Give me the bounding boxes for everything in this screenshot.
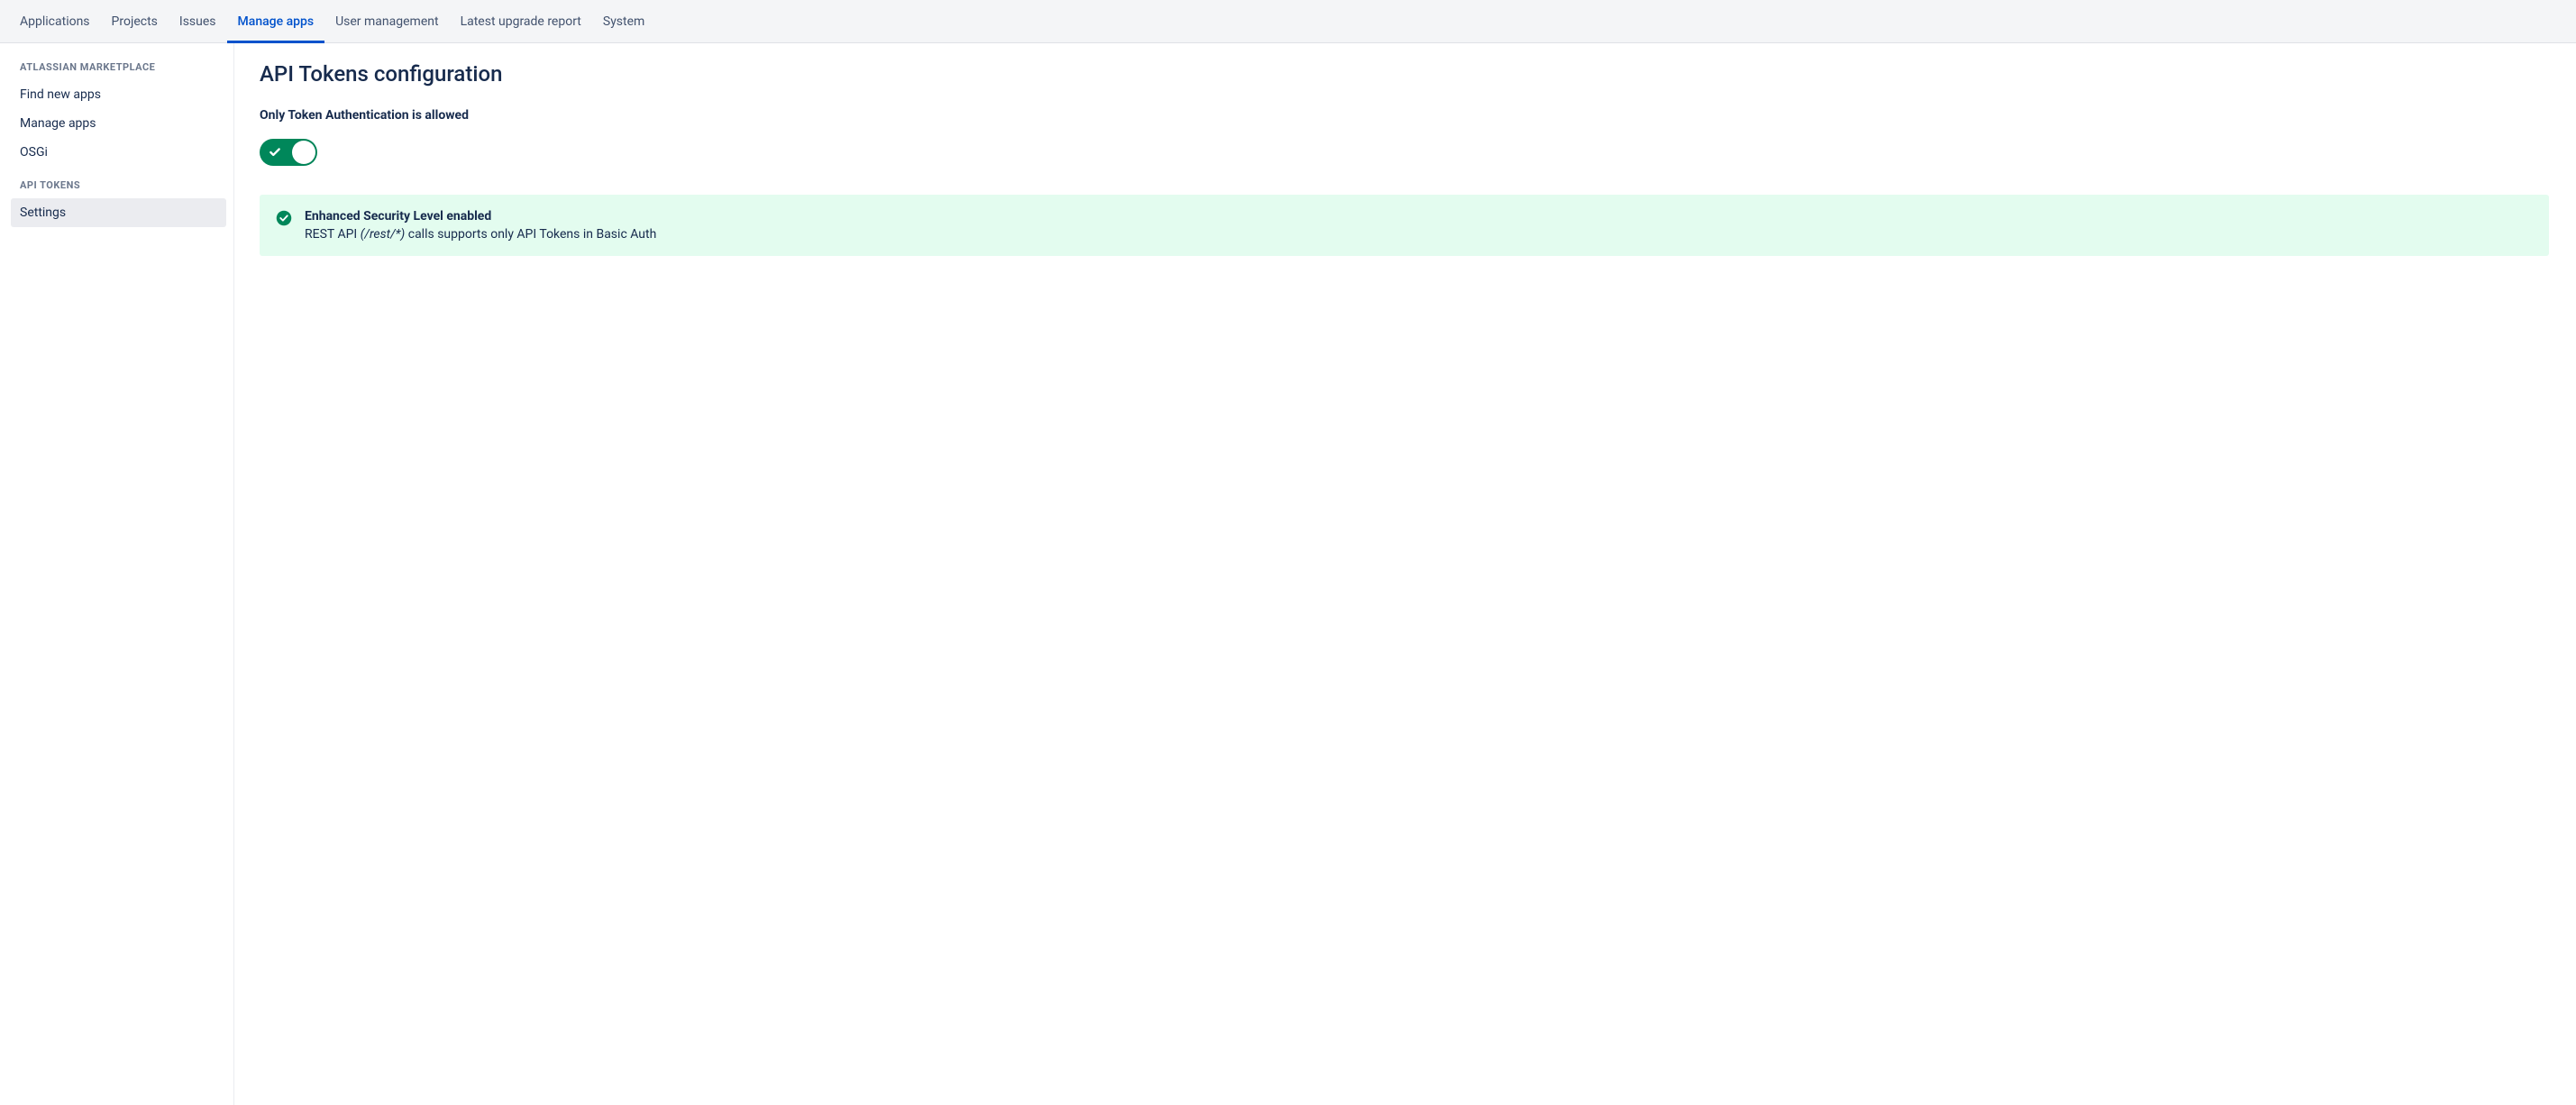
sidebar-item-osgi[interactable]: OSGi — [0, 138, 233, 167]
banner-content: Enhanced Security Level enabled REST API… — [305, 209, 2533, 242]
sidebar-section-header-marketplace: Atlassian Marketplace — [0, 61, 233, 80]
toggle-label: Only Token Authentication is allowed — [260, 108, 2549, 123]
topnav-item-user-management[interactable]: User management — [324, 0, 449, 43]
only-token-auth-toggle[interactable] — [260, 139, 317, 166]
sidebar-item-settings[interactable]: Settings — [11, 198, 226, 227]
main-content: API Tokens configuration Only Token Auth… — [234, 43, 2576, 1105]
top-nav: Applications Projects Issues Manage apps… — [0, 0, 2576, 43]
sidebar-item-find-new-apps[interactable]: Find new apps — [0, 80, 233, 109]
topnav-item-latest-upgrade-report[interactable]: Latest upgrade report — [450, 0, 592, 43]
toggle-knob — [292, 141, 315, 164]
page-title: API Tokens configuration — [260, 61, 2549, 87]
banner-description: REST API (/rest/*) calls supports only A… — [305, 227, 2533, 242]
success-banner: Enhanced Security Level enabled REST API… — [260, 195, 2549, 256]
topnav-item-applications[interactable]: Applications — [9, 0, 101, 43]
topnav-item-projects[interactable]: Projects — [101, 0, 169, 43]
sidebar-item-manage-apps[interactable]: Manage apps — [0, 109, 233, 138]
check-circle-icon — [276, 210, 292, 226]
banner-title: Enhanced Security Level enabled — [305, 209, 2533, 224]
topnav-item-system[interactable]: System — [592, 0, 655, 43]
check-icon — [269, 146, 281, 159]
sidebar-section-header-api-tokens: API Tokens — [0, 179, 233, 198]
topnav-item-issues[interactable]: Issues — [169, 0, 227, 43]
sidebar: Atlassian Marketplace Find new apps Mana… — [0, 43, 234, 1105]
topnav-item-manage-apps[interactable]: Manage apps — [227, 0, 325, 43]
